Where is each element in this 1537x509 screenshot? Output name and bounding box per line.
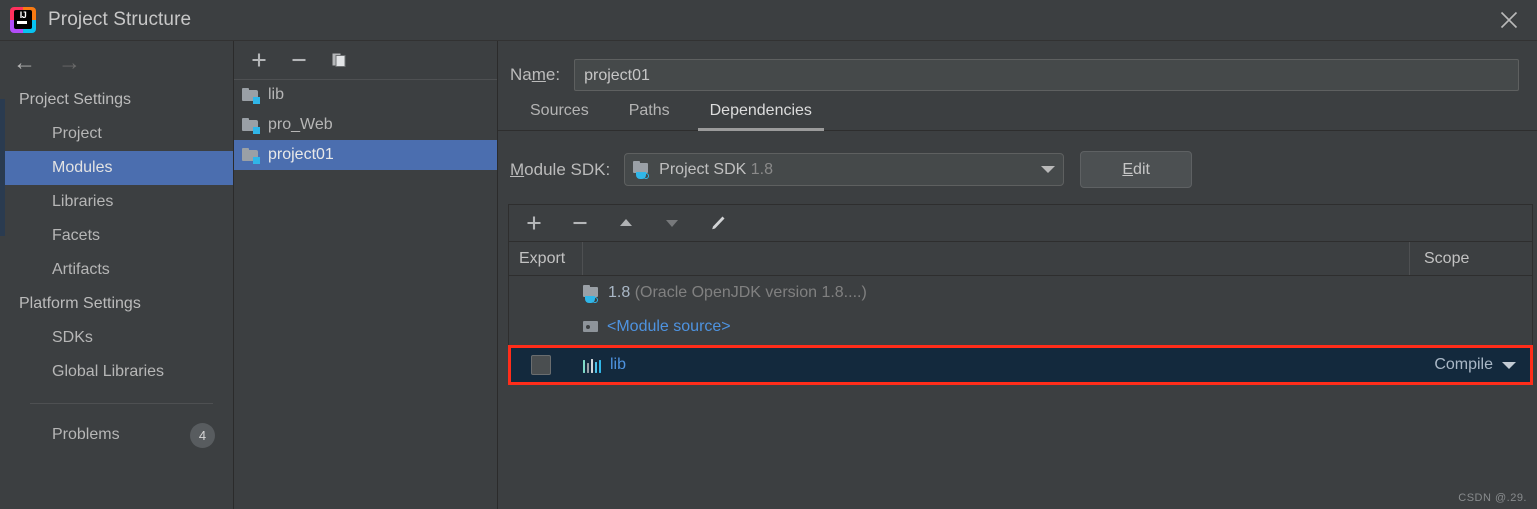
column-header-name <box>583 242 1410 275</box>
modules-list-panel: lib pro_Web project01 <box>234 41 498 509</box>
navigation-arrows: ← → <box>0 41 233 83</box>
table-row[interactable]: 1.8 (Oracle OpenJDK version 1.8....) <box>509 276 1532 310</box>
dependency-label: <Module source> <box>607 318 731 335</box>
jdk-folder-icon <box>633 161 651 179</box>
arrow-down-icon[interactable] <box>661 212 683 234</box>
column-header-scope[interactable]: Scope <box>1410 242 1532 275</box>
minus-icon[interactable] <box>569 212 591 234</box>
module-source-icon <box>583 320 599 334</box>
library-books-icon <box>583 358 602 373</box>
tab-dependencies[interactable]: Dependencies <box>690 102 832 131</box>
sidebar-item-global-libraries[interactable]: Global Libraries <box>0 355 233 389</box>
module-sdk-value: Project SDK 1.8 <box>659 160 774 178</box>
dependencies-table-header: Export Scope <box>509 242 1532 276</box>
dependencies-toolbar <box>509 205 1532 242</box>
module-label: project01 <box>268 146 334 163</box>
sidebar-item-libraries[interactable]: Libraries <box>0 185 233 219</box>
sidebar-item-problems[interactable]: Problems 4 <box>0 418 233 452</box>
dependency-label: lib <box>610 356 627 373</box>
module-folder-icon <box>242 88 260 104</box>
plus-icon[interactable] <box>248 49 270 71</box>
module-name-input[interactable]: project01 <box>574 59 1519 91</box>
tab-sources[interactable]: Sources <box>510 102 609 130</box>
chevron-down-icon <box>1041 166 1056 173</box>
watermark: CSDN @.29. <box>1458 492 1527 504</box>
minus-icon[interactable] <box>288 49 310 71</box>
name-label: Name: <box>510 65 561 84</box>
arrow-up-icon[interactable] <box>615 212 637 234</box>
intellij-idea-logo: IJ <box>10 7 36 33</box>
arrow-right-icon[interactable]: → <box>58 50 81 74</box>
jdk-folder-icon <box>583 284 601 303</box>
sidebar-item-artifacts[interactable]: Artifacts <box>0 253 233 287</box>
pencil-icon[interactable] <box>707 212 729 234</box>
module-list-item[interactable]: pro_Web <box>234 110 497 140</box>
module-sdk-label: Module SDK: <box>510 159 611 179</box>
module-tabs: Sources Paths Dependencies <box>498 91 1537 131</box>
dependency-label: 1.8 (Oracle OpenJDK version 1.8....) <box>608 284 867 301</box>
module-label: pro_Web <box>268 116 333 133</box>
scope-dropdown[interactable]: Compile <box>1434 356 1532 374</box>
module-folder-icon <box>242 118 260 134</box>
sidebar-group-project-settings: Project Settings <box>19 91 132 108</box>
edit-sdk-button[interactable]: Edit <box>1080 151 1193 188</box>
module-sdk-row: Module SDK: Project SDK 1.8 Edit <box>498 131 1537 188</box>
export-cell[interactable] <box>509 355 583 375</box>
window-title: Project Structure <box>48 9 192 30</box>
plus-icon[interactable] <box>523 212 545 234</box>
settings-sidebar: ← → Project Settings Project Modules Lib… <box>0 41 234 509</box>
export-checkbox[interactable] <box>531 355 551 375</box>
name-row: Name: project01 <box>498 41 1537 91</box>
modules-toolbar <box>234 41 497 80</box>
sidebar-item-facets[interactable]: Facets <box>0 219 233 253</box>
module-editor-panel: Name: project01 Sources Paths Dependenci… <box>498 41 1537 509</box>
dialog-body: ← → Project Settings Project Modules Lib… <box>0 40 1537 509</box>
dependency-name-cell: lib <box>583 356 1434 374</box>
close-icon[interactable] <box>1495 6 1523 34</box>
sidebar-divider <box>30 403 213 404</box>
sidebar-item-sdks[interactable]: SDKs <box>0 321 233 355</box>
sidebar-item-modules[interactable]: Modules <box>0 151 233 185</box>
dependencies-panel: Export Scope 1.8 (Oracle OpenJDK version… <box>508 204 1533 385</box>
module-folder-icon <box>242 148 260 164</box>
module-list-item-selected[interactable]: project01 <box>234 140 497 170</box>
chevron-down-icon <box>1502 361 1516 369</box>
module-list-item[interactable]: lib <box>234 80 497 110</box>
table-row[interactable]: <Module source> <box>509 310 1532 344</box>
copy-icon[interactable] <box>328 49 350 71</box>
arrow-left-icon[interactable]: ← <box>13 50 36 74</box>
dependency-name-cell: 1.8 (Oracle OpenJDK version 1.8....) <box>583 284 1516 303</box>
module-sdk-dropdown[interactable]: Project SDK 1.8 <box>624 153 1065 186</box>
problems-count-badge: 4 <box>190 422 215 448</box>
table-row-highlighted[interactable]: lib Compile <box>508 345 1533 385</box>
scope-value: Compile <box>1434 356 1493 373</box>
title-bar: IJ Project Structure <box>0 0 1537 40</box>
column-header-export[interactable]: Export <box>509 242 583 275</box>
problems-label: Problems <box>52 426 120 443</box>
sidebar-item-project[interactable]: Project <box>0 117 233 151</box>
tab-paths[interactable]: Paths <box>609 102 690 130</box>
dependency-name-cell: <Module source> <box>583 318 1516 336</box>
sidebar-accent-strip <box>0 99 5 236</box>
sidebar-group-platform-settings: Platform Settings <box>19 295 141 312</box>
module-label: lib <box>268 86 285 103</box>
